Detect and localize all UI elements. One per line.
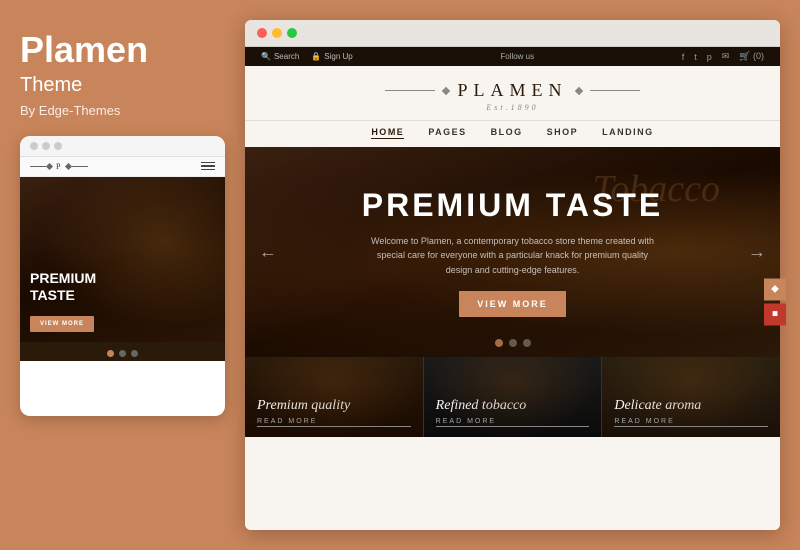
hero-slider-dots	[495, 339, 531, 347]
dot-3[interactable]	[131, 350, 138, 357]
theme-title: Plamen	[20, 30, 225, 70]
mobile-headline: PREMIUM TASTE	[30, 270, 215, 304]
hero-dot-1[interactable]	[495, 339, 503, 347]
logo-center: PLAMEN	[457, 80, 567, 101]
feature-card-2: Refined tobacco READ MORE	[423, 357, 603, 437]
mobile-logo: P	[30, 162, 88, 171]
nav-shop[interactable]: SHOP	[547, 127, 579, 139]
browser-window: 🔍 Search 🔒 Sign Up Follow us f t p ✉ 🛒 (…	[245, 20, 780, 530]
hero-dot-2[interactable]	[509, 339, 517, 347]
cart-icon[interactable]: 🛒 (0)	[739, 51, 764, 62]
feature-bg-3	[602, 357, 780, 437]
left-panel: Plamen Theme By Edge-Themes P	[0, 0, 245, 550]
mobile-window-dots	[30, 142, 62, 150]
website-nav: HOME PAGES BLOG SHOP LANDING	[245, 120, 780, 147]
nav-blog[interactable]: BLOG	[491, 127, 523, 139]
signup-topbar[interactable]: 🔒 Sign Up	[311, 52, 352, 61]
hamburger-menu[interactable]	[201, 162, 215, 171]
lock-icon: 🔒	[311, 52, 321, 61]
topbar-left: 🔍 Search 🔒 Sign Up	[261, 52, 353, 61]
mobile-topbar	[20, 136, 225, 157]
feature-bg-1	[245, 357, 423, 437]
logo-line-right	[72, 166, 88, 167]
social-icon-3[interactable]: p	[707, 52, 712, 62]
feature-bg-2	[424, 357, 602, 437]
hamburger-line-3	[201, 169, 215, 171]
dot-2[interactable]	[119, 350, 126, 357]
floating-buttons: ◆ ■	[764, 278, 786, 325]
topbar-right: f t p ✉ 🛒 (0)	[682, 51, 764, 62]
dot-1[interactable]	[107, 350, 114, 357]
float-button-2[interactable]: ■	[764, 303, 786, 325]
right-panel-wrapper: 🔍 Search 🔒 Sign Up Follow us f t p ✉ 🛒 (…	[245, 10, 790, 540]
mobile-preview: P PREMIUM TASTE VIEW MORE	[20, 136, 225, 416]
logo-diamond-right	[574, 86, 582, 94]
hamburger-line-1	[201, 162, 215, 164]
logo-decoration: PLAMEN	[385, 80, 639, 101]
close-button[interactable]	[257, 28, 267, 38]
search-icon: 🔍	[261, 52, 271, 61]
nav-landing[interactable]: LANDING	[602, 127, 654, 139]
dot-yellow	[42, 142, 50, 150]
mobile-nav: P	[20, 157, 225, 177]
dot-red	[30, 142, 38, 150]
feature-card-3: Delicate aroma READ MORE	[602, 357, 780, 437]
website-logo-area: PLAMEN Est.1890	[245, 66, 780, 120]
logo-line-right	[590, 90, 640, 91]
browser-chrome	[245, 20, 780, 47]
logo-diamond-left	[442, 86, 450, 94]
mobile-hero: PREMIUM TASTE VIEW MORE	[20, 177, 225, 342]
website-hero: Tobacco PREMIUM TASTE Welcome to Plamen,…	[245, 147, 780, 357]
hero-content: PREMIUM TASTE Welcome to Plamen, a conte…	[362, 187, 664, 317]
mobile-hero-text: PREMIUM TASTE VIEW MORE	[30, 270, 215, 332]
logo-text[interactable]: PLAMEN	[457, 80, 567, 101]
hero-dot-3[interactable]	[523, 339, 531, 347]
float-button-1[interactable]: ◆	[764, 278, 786, 300]
topbar-center: Follow us	[500, 52, 534, 61]
logo-diamond-left	[46, 163, 53, 170]
social-icon-1[interactable]: f	[682, 52, 685, 62]
website-topbar: 🔍 Search 🔒 Sign Up Follow us f t p ✉ 🛒 (…	[245, 47, 780, 66]
social-icon-2[interactable]: t	[694, 52, 697, 62]
minimize-button[interactable]	[272, 28, 282, 38]
mobile-logo-deco: P	[30, 162, 88, 171]
hero-next-arrow[interactable]: →	[748, 242, 766, 263]
nav-pages[interactable]: PAGES	[428, 127, 466, 139]
hamburger-line-2	[201, 165, 215, 167]
theme-by: By Edge-Themes	[20, 103, 225, 118]
dot-green	[54, 142, 62, 150]
maximize-button[interactable]	[287, 28, 297, 38]
hero-prev-arrow[interactable]: ←	[259, 242, 277, 263]
logo-diamond-right	[65, 163, 72, 170]
logo-line-left	[30, 166, 46, 167]
hero-subtitle: Welcome to Plamen, a contemporary tobacc…	[362, 234, 662, 277]
nav-home[interactable]: HOME	[371, 127, 404, 139]
theme-subtitle: Theme	[20, 74, 225, 97]
logo-est: Est.1890	[486, 103, 538, 112]
hero-title: PREMIUM TASTE	[362, 187, 664, 224]
logo-line-left	[385, 90, 435, 91]
browser-window-controls	[257, 28, 297, 38]
website-content: 🔍 Search 🔒 Sign Up Follow us f t p ✉ 🛒 (…	[245, 47, 780, 530]
mobile-cta-button[interactable]: VIEW MORE	[30, 316, 94, 332]
search-topbar[interactable]: 🔍 Search	[261, 52, 299, 61]
feature-card-1: Premium quality READ MORE	[245, 357, 423, 437]
hero-cta-button[interactable]: VIEW MORE	[459, 291, 566, 317]
envelope-icon[interactable]: ✉	[722, 51, 730, 62]
features-row: Premium quality READ MORE Refined tobacc…	[245, 357, 780, 437]
mobile-slider-dots	[20, 342, 225, 361]
